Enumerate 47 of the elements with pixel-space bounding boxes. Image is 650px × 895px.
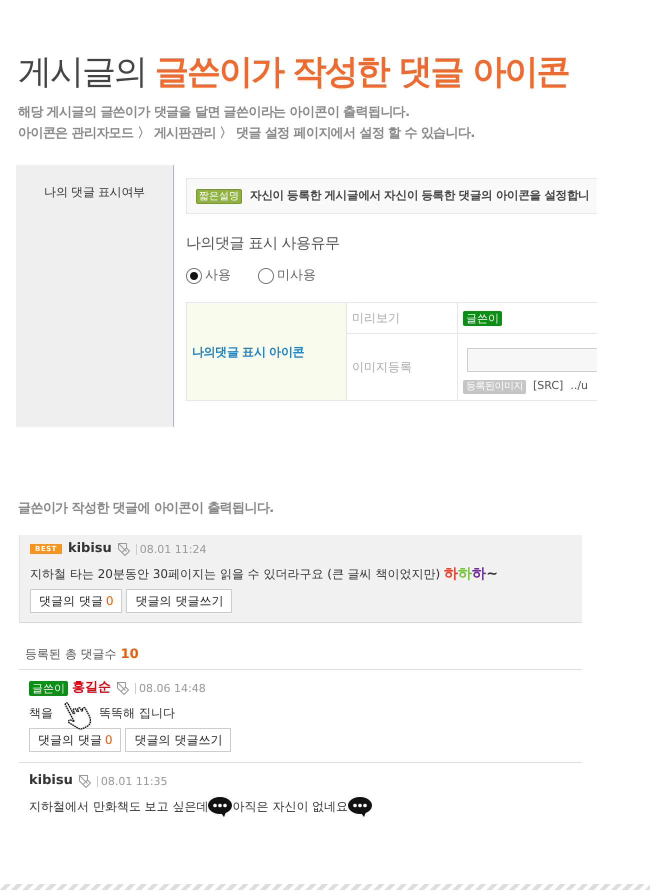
table-header-cell: 나의댓글 표시 아이콘: [186, 302, 346, 400]
emoticon-letter: 하: [472, 566, 486, 582]
comment-text: 책을: [29, 706, 53, 720]
comment-author: kibisu: [29, 772, 73, 790]
comment-author: 홍길순: [72, 679, 111, 698]
reply-button[interactable]: 댓글의 댓글쓰기: [125, 728, 232, 752]
comment-time: 08.01 11:35: [96, 776, 168, 786]
comment-text: 똑똑해 집니다: [99, 706, 175, 720]
total-label: 등록된 총 댓글수: [25, 647, 117, 661]
comment-text: 지하철 타는 20분동안 30페이지는 읽을 수 있더라구요 (큰 글씨 책이었지만): [30, 567, 440, 581]
emoticon-letter: 하: [458, 566, 472, 582]
emoticon-letter: ~: [486, 566, 498, 582]
description-text: 아이콘은 관리자모드 〉 게시판관리 〉 댓글 설정 페이지에서 설정 할 수 있습니다.: [18, 125, 476, 143]
memo-icon: [76, 773, 93, 789]
comment-text: 아직은 자신이 없네요: [232, 799, 348, 814]
writer-tag: 글쓴이: [29, 680, 68, 696]
settings-label: 나의 댓글 표시여부: [44, 185, 145, 199]
image-path-field[interactable]: [467, 348, 597, 372]
description-text: 해당 게시글의 글쓴이가 댓글을 달면 글쓴이라는 아이콘이 출력됩니다.: [18, 104, 410, 122]
info-tag: 짧은설명: [196, 188, 242, 204]
section-heading: 글쓴이가 작성한 댓글에 아이콘이 출력됩니다.: [18, 501, 275, 517]
comment-time: 08.01 11:24: [136, 544, 206, 554]
reply-button[interactable]: 댓글의 댓글쓰기: [126, 589, 232, 613]
table-label-cell: 미리보기: [346, 302, 458, 334]
registered-image-tag: 등록된이미지: [463, 380, 526, 394]
radio-button[interactable]: [258, 268, 274, 284]
total-count: 10: [120, 647, 139, 662]
table-label-cell: 이미지등록: [346, 334, 458, 400]
radio-label[interactable]: 사용: [205, 266, 231, 286]
reply-button[interactable]: 댓글의 댓글 0: [29, 728, 122, 752]
src-label: [SRC]: [533, 378, 564, 394]
radio-label[interactable]: 미사용: [277, 266, 316, 286]
comment-author: kibisu: [68, 540, 112, 558]
speech-bubble-icon: [348, 797, 372, 817]
emoticon-letter: 하: [444, 566, 458, 582]
memo-icon: [115, 680, 131, 696]
src-path-text: ../u: [570, 378, 588, 394]
writer-tag: 글쓴이: [463, 311, 502, 326]
speech-bubble-icon: [208, 797, 232, 817]
radio-button[interactable]: [186, 268, 202, 284]
memo-icon: [116, 541, 132, 557]
comment-text: 지하철에서 만화책도 보고 싶은데: [29, 799, 208, 814]
page-title: 게시글의 글쓴이가 작성한 댓글 아이콘: [18, 51, 570, 93]
option-title: 나의댓글 표시 사용유무: [186, 233, 341, 253]
info-text: 자신이 등록한 게시글에서 자신이 등록한 댓글의 아이콘을 설정합니: [250, 187, 590, 204]
reply-button[interactable]: 댓글의 댓글 0: [30, 589, 122, 613]
comment-time: 08.06 14:48: [135, 682, 206, 694]
